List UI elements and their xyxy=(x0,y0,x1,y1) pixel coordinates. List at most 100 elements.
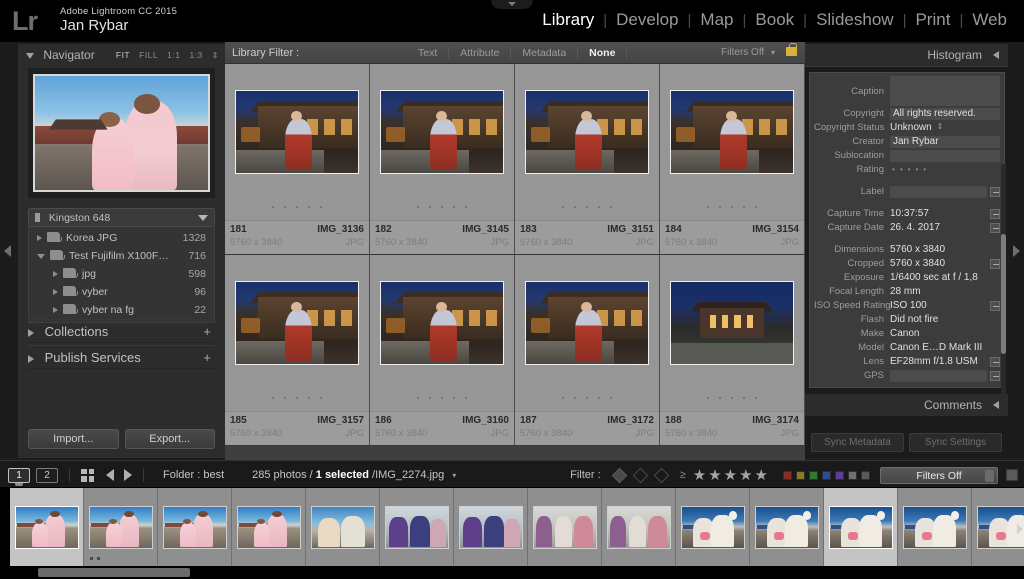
arrow-right-icon[interactable] xyxy=(124,469,132,481)
filters-state[interactable]: Filters Off ▾ xyxy=(721,42,775,64)
chevron-down-icon[interactable] xyxy=(198,215,208,221)
chevron-down-icon[interactable]: ▾ xyxy=(452,471,456,480)
star-icon[interactable]: ★ xyxy=(693,467,706,484)
grid-cell[interactable]: 188IMG_31745760 x 3840JPG xyxy=(660,255,805,446)
thumbnail[interactable] xyxy=(225,255,369,391)
metadata-value[interactable] xyxy=(890,186,987,198)
navigator-header[interactable]: Navigator FITFILL1:11:3⇕ xyxy=(18,44,225,66)
zoom-stepper-icon[interactable]: ⇕ xyxy=(212,45,219,67)
grid-cell[interactable]: 184IMG_31545760 x 3840JPG xyxy=(660,64,805,255)
metadata-value[interactable] xyxy=(890,370,987,382)
module-library[interactable]: Library xyxy=(533,10,603,30)
grid-cell[interactable]: 183IMG_31515760 x 3840JPG xyxy=(515,64,660,255)
sidebar-item-collections[interactable]: Collections + xyxy=(28,319,215,343)
thumbnail[interactable] xyxy=(660,64,804,200)
lock-icon[interactable] xyxy=(786,47,797,56)
metadata-action-icon[interactable] xyxy=(990,357,1000,367)
grid-view-icon[interactable] xyxy=(81,469,94,482)
metadata-action-icon[interactable] xyxy=(990,223,1000,233)
filmstrip-scrollbar[interactable] xyxy=(38,568,190,577)
filmstrip-thumbnail[interactable] xyxy=(676,488,750,566)
grid-cell[interactable]: 186IMG_31605760 x 3840JPG xyxy=(370,255,515,446)
arrow-left-icon[interactable] xyxy=(106,469,114,481)
panel-toggle-top[interactable] xyxy=(491,0,533,9)
metadata-action-icon[interactable] xyxy=(990,209,1000,219)
grid-cell[interactable]: 187IMG_31725760 x 3840JPG xyxy=(515,255,660,446)
sync-settings-button[interactable]: Sync Settings xyxy=(909,433,1002,452)
left-panel-collapse-icon[interactable] xyxy=(4,245,11,257)
star-rating-filter[interactable]: ★★★★★ xyxy=(692,468,769,483)
folder-row[interactable]: Korea JPG1328 xyxy=(29,229,214,247)
color-label-swatch[interactable] xyxy=(835,471,844,480)
chevron-right-icon[interactable] xyxy=(53,307,58,313)
filter-tab-metadata[interactable]: Metadata xyxy=(510,47,577,59)
filter-tab-attribute[interactable]: Attribute xyxy=(448,47,510,59)
color-label-swatch[interactable] xyxy=(848,471,857,480)
module-map[interactable]: Map xyxy=(691,10,742,30)
thumbnail[interactable] xyxy=(370,64,514,200)
rating-operator[interactable]: ≥ xyxy=(680,469,686,481)
zoom-level-1-3[interactable]: 1:3 xyxy=(189,50,202,60)
metadata-action-icon[interactable] xyxy=(990,301,1000,311)
thumbnail[interactable] xyxy=(660,255,804,391)
folder-row[interactable]: vyber na fg22 xyxy=(29,301,214,319)
filmstrip-thumbnail[interactable] xyxy=(528,488,602,566)
filmstrip-thumbnail[interactable] xyxy=(84,488,158,566)
color-label-swatch[interactable] xyxy=(783,471,792,480)
filter-tab-text[interactable]: Text xyxy=(410,47,448,59)
right-panel-scrollbar[interactable] xyxy=(1001,164,1006,414)
filmstrip-thumbnail[interactable] xyxy=(454,488,528,566)
filmstrip-thumbnail[interactable] xyxy=(232,488,306,566)
photo-count[interactable]: 285 photos / 1 selected /IMG_2274.jpg ▾ xyxy=(252,469,456,481)
star-icon[interactable]: • xyxy=(915,165,918,174)
color-label-swatch[interactable] xyxy=(796,471,805,480)
chevron-right-icon[interactable] xyxy=(53,271,58,277)
metadata-value[interactable]: Jan Rybar xyxy=(890,136,1000,148)
star-icon[interactable]: • xyxy=(900,165,903,174)
thumbnail[interactable] xyxy=(515,255,659,391)
star-icon[interactable]: ★ xyxy=(708,467,721,484)
flag-pick-icon[interactable] xyxy=(611,467,627,483)
caption-input[interactable] xyxy=(890,76,1000,106)
toolbar-toggle-icon[interactable] xyxy=(1006,469,1018,481)
grid-cell[interactable]: 182IMG_31455760 x 3840JPG xyxy=(370,64,515,255)
histogram-header[interactable]: Histogram xyxy=(805,44,1008,66)
stepper-icon[interactable]: ⇕ xyxy=(937,122,944,131)
star-icon[interactable]: ★ xyxy=(724,467,737,484)
filmstrip-thumbnail[interactable] xyxy=(380,488,454,566)
star-icon[interactable]: • xyxy=(923,165,926,174)
color-label-swatch[interactable] xyxy=(809,471,818,480)
page-button-2[interactable]: 2 xyxy=(36,468,58,483)
metadata-value[interactable]: All rights reserved. xyxy=(890,108,1000,120)
star-icon[interactable]: • xyxy=(908,165,911,174)
thumbnail[interactable] xyxy=(515,64,659,200)
navigator-preview[interactable] xyxy=(28,68,215,198)
filmstrip-thumbnail[interactable] xyxy=(158,488,232,566)
filmstrip-thumbnail[interactable] xyxy=(750,488,824,566)
color-label-swatch[interactable] xyxy=(861,471,870,480)
add-collection-icon[interactable]: + xyxy=(203,320,211,344)
folder-row[interactable]: vyber96 xyxy=(29,283,214,301)
module-book[interactable]: Book xyxy=(746,10,803,30)
filter-tab-none[interactable]: None xyxy=(577,47,626,59)
thumbnail[interactable] xyxy=(225,64,369,200)
export-button[interactable]: Export... xyxy=(125,429,216,449)
star-icon[interactable]: • xyxy=(892,165,895,174)
chevron-right-icon[interactable] xyxy=(37,235,42,241)
folder-row[interactable]: jpg598 xyxy=(29,265,214,283)
comments-header[interactable]: Comments xyxy=(805,394,1008,416)
zoom-level-fill[interactable]: FILL xyxy=(139,50,158,60)
chevron-down-icon[interactable] xyxy=(37,254,45,259)
thumbnail[interactable] xyxy=(370,255,514,391)
rating-stars[interactable]: • • • • • xyxy=(890,165,1000,174)
zoom-level-fit[interactable]: FIT xyxy=(116,50,130,60)
add-publish-service-icon[interactable]: + xyxy=(203,346,211,370)
color-label-swatch[interactable] xyxy=(822,471,831,480)
zoom-level-1-1[interactable]: 1:1 xyxy=(167,50,180,60)
chevron-right-icon[interactable] xyxy=(53,289,58,295)
filmstrip-thumbnail[interactable] xyxy=(10,488,84,566)
star-icon[interactable]: ★ xyxy=(739,467,752,484)
module-slideshow[interactable]: Slideshow xyxy=(807,10,903,30)
module-web[interactable]: Web xyxy=(963,10,1016,30)
metadata-value[interactable] xyxy=(890,150,1000,162)
